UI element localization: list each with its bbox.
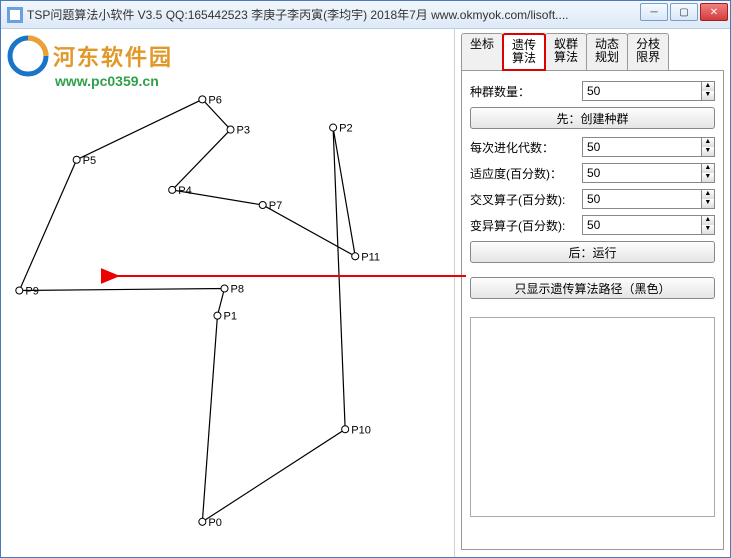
pop-up[interactable]: ▲: [702, 82, 714, 91]
content-area: 河东软件园 www.pc0359.cn P0P1P2P3P4P5P6P7P8P9…: [1, 29, 730, 557]
tab-dp[interactable]: 动态 规划: [586, 33, 628, 71]
point-P4: [169, 186, 176, 193]
tsp-graph-svg: P0 P1 P2 P3 P4 P5 P6 P7 P8 P9 P10 P11: [1, 29, 454, 557]
pop-label: 种群数量：: [470, 83, 578, 100]
point-P5: [73, 156, 80, 163]
tab-genetic[interactable]: 遗传 算法: [502, 33, 546, 71]
gen-down[interactable]: ▼: [702, 147, 714, 156]
mut-label: 变异算子(百分数):: [470, 217, 578, 234]
window-controls: ─ ▢ ✕: [640, 3, 728, 21]
app-icon: [7, 7, 23, 23]
mut-down[interactable]: ▼: [702, 225, 714, 234]
cross-label: 交叉算子(百分数):: [470, 191, 578, 208]
point-P2: [330, 124, 337, 131]
point-P8: [221, 285, 228, 292]
point-label-P5: P5: [83, 155, 97, 167]
pop-spinner[interactable]: ▲▼: [582, 81, 715, 101]
mut-up[interactable]: ▲: [702, 216, 714, 225]
tab-coords[interactable]: 坐标: [461, 33, 503, 71]
gen-label: 每次进化代数：: [470, 139, 578, 156]
point-label-P10: P10: [351, 424, 371, 436]
minimize-button[interactable]: ─: [640, 3, 668, 21]
tab-bb[interactable]: 分枝 限界: [627, 33, 669, 71]
point-label-P7: P7: [269, 200, 283, 212]
fit-down[interactable]: ▼: [702, 173, 714, 182]
cross-spinner[interactable]: ▲▼: [582, 189, 715, 209]
tab-bar: 坐标 遗传 算法 蚁群 算法 动态 规划 分枝 限界: [461, 33, 730, 71]
point-P1: [214, 312, 221, 319]
fit-spinner[interactable]: ▲▼: [582, 163, 715, 183]
fit-input[interactable]: [582, 163, 701, 183]
gen-input[interactable]: [582, 137, 701, 157]
point-label-P3: P3: [237, 125, 251, 137]
cross-down[interactable]: ▼: [702, 199, 714, 208]
cross-up[interactable]: ▲: [702, 190, 714, 199]
fit-up[interactable]: ▲: [702, 164, 714, 173]
point-label-P4: P4: [178, 185, 192, 197]
point-P3: [227, 126, 234, 133]
app-window: TSP问题算法小软件 V3.5 QQ:165442523 李庚子李丙寅(李均宇)…: [0, 0, 731, 558]
create-pop-button[interactable]: 先：创建种群: [470, 107, 715, 129]
result-textarea[interactable]: [470, 317, 715, 517]
gen-up[interactable]: ▲: [702, 138, 714, 147]
graph-canvas: 河东软件园 www.pc0359.cn P0P1P2P3P4P5P6P7P8P9…: [1, 29, 454, 557]
window-title: TSP问题算法小软件 V3.5 QQ:165442523 李庚子李丙寅(李均宇)…: [27, 6, 568, 23]
point-P7: [259, 201, 266, 208]
run-button[interactable]: 后：运行: [470, 241, 715, 263]
point-P9: [16, 287, 23, 294]
point-label-P6: P6: [208, 94, 222, 106]
tab-ant[interactable]: 蚁群 算法: [545, 33, 587, 71]
close-button[interactable]: ✕: [700, 3, 728, 21]
fit-label: 适应度(百分数)：: [470, 165, 578, 182]
mut-spinner[interactable]: ▲▼: [582, 215, 715, 235]
pop-input[interactable]: [582, 81, 701, 101]
cross-input[interactable]: [582, 189, 701, 209]
point-P0: [199, 518, 206, 525]
point-label-P8: P8: [231, 283, 245, 295]
mut-input[interactable]: [582, 215, 701, 235]
point-P10: [342, 426, 349, 433]
point-label-P11: P11: [361, 251, 380, 263]
titlebar: TSP问题算法小软件 V3.5 QQ:165442523 李庚子李丙寅(李均宇)…: [1, 1, 730, 29]
point-P11: [352, 253, 359, 260]
panel-body: 种群数量： ▲▼ 先：创建种群 每次进化代数： ▲▼ 适应度(百分数)：: [461, 70, 724, 550]
side-panel: 坐标 遗传 算法 蚁群 算法 动态 规划 分枝 限界 种群数量： ▲▼ 先：创建…: [454, 29, 730, 557]
maximize-button[interactable]: ▢: [670, 3, 698, 21]
point-label-P1: P1: [223, 311, 237, 323]
point-label-P0: P0: [208, 517, 222, 529]
show-path-button[interactable]: 只显示遗传算法路径（黑色）: [470, 277, 715, 299]
point-label-P9: P9: [25, 286, 39, 298]
gen-spinner[interactable]: ▲▼: [582, 137, 715, 157]
point-P6: [199, 96, 206, 103]
pop-down[interactable]: ▼: [702, 91, 714, 100]
point-label-P2: P2: [339, 123, 353, 135]
